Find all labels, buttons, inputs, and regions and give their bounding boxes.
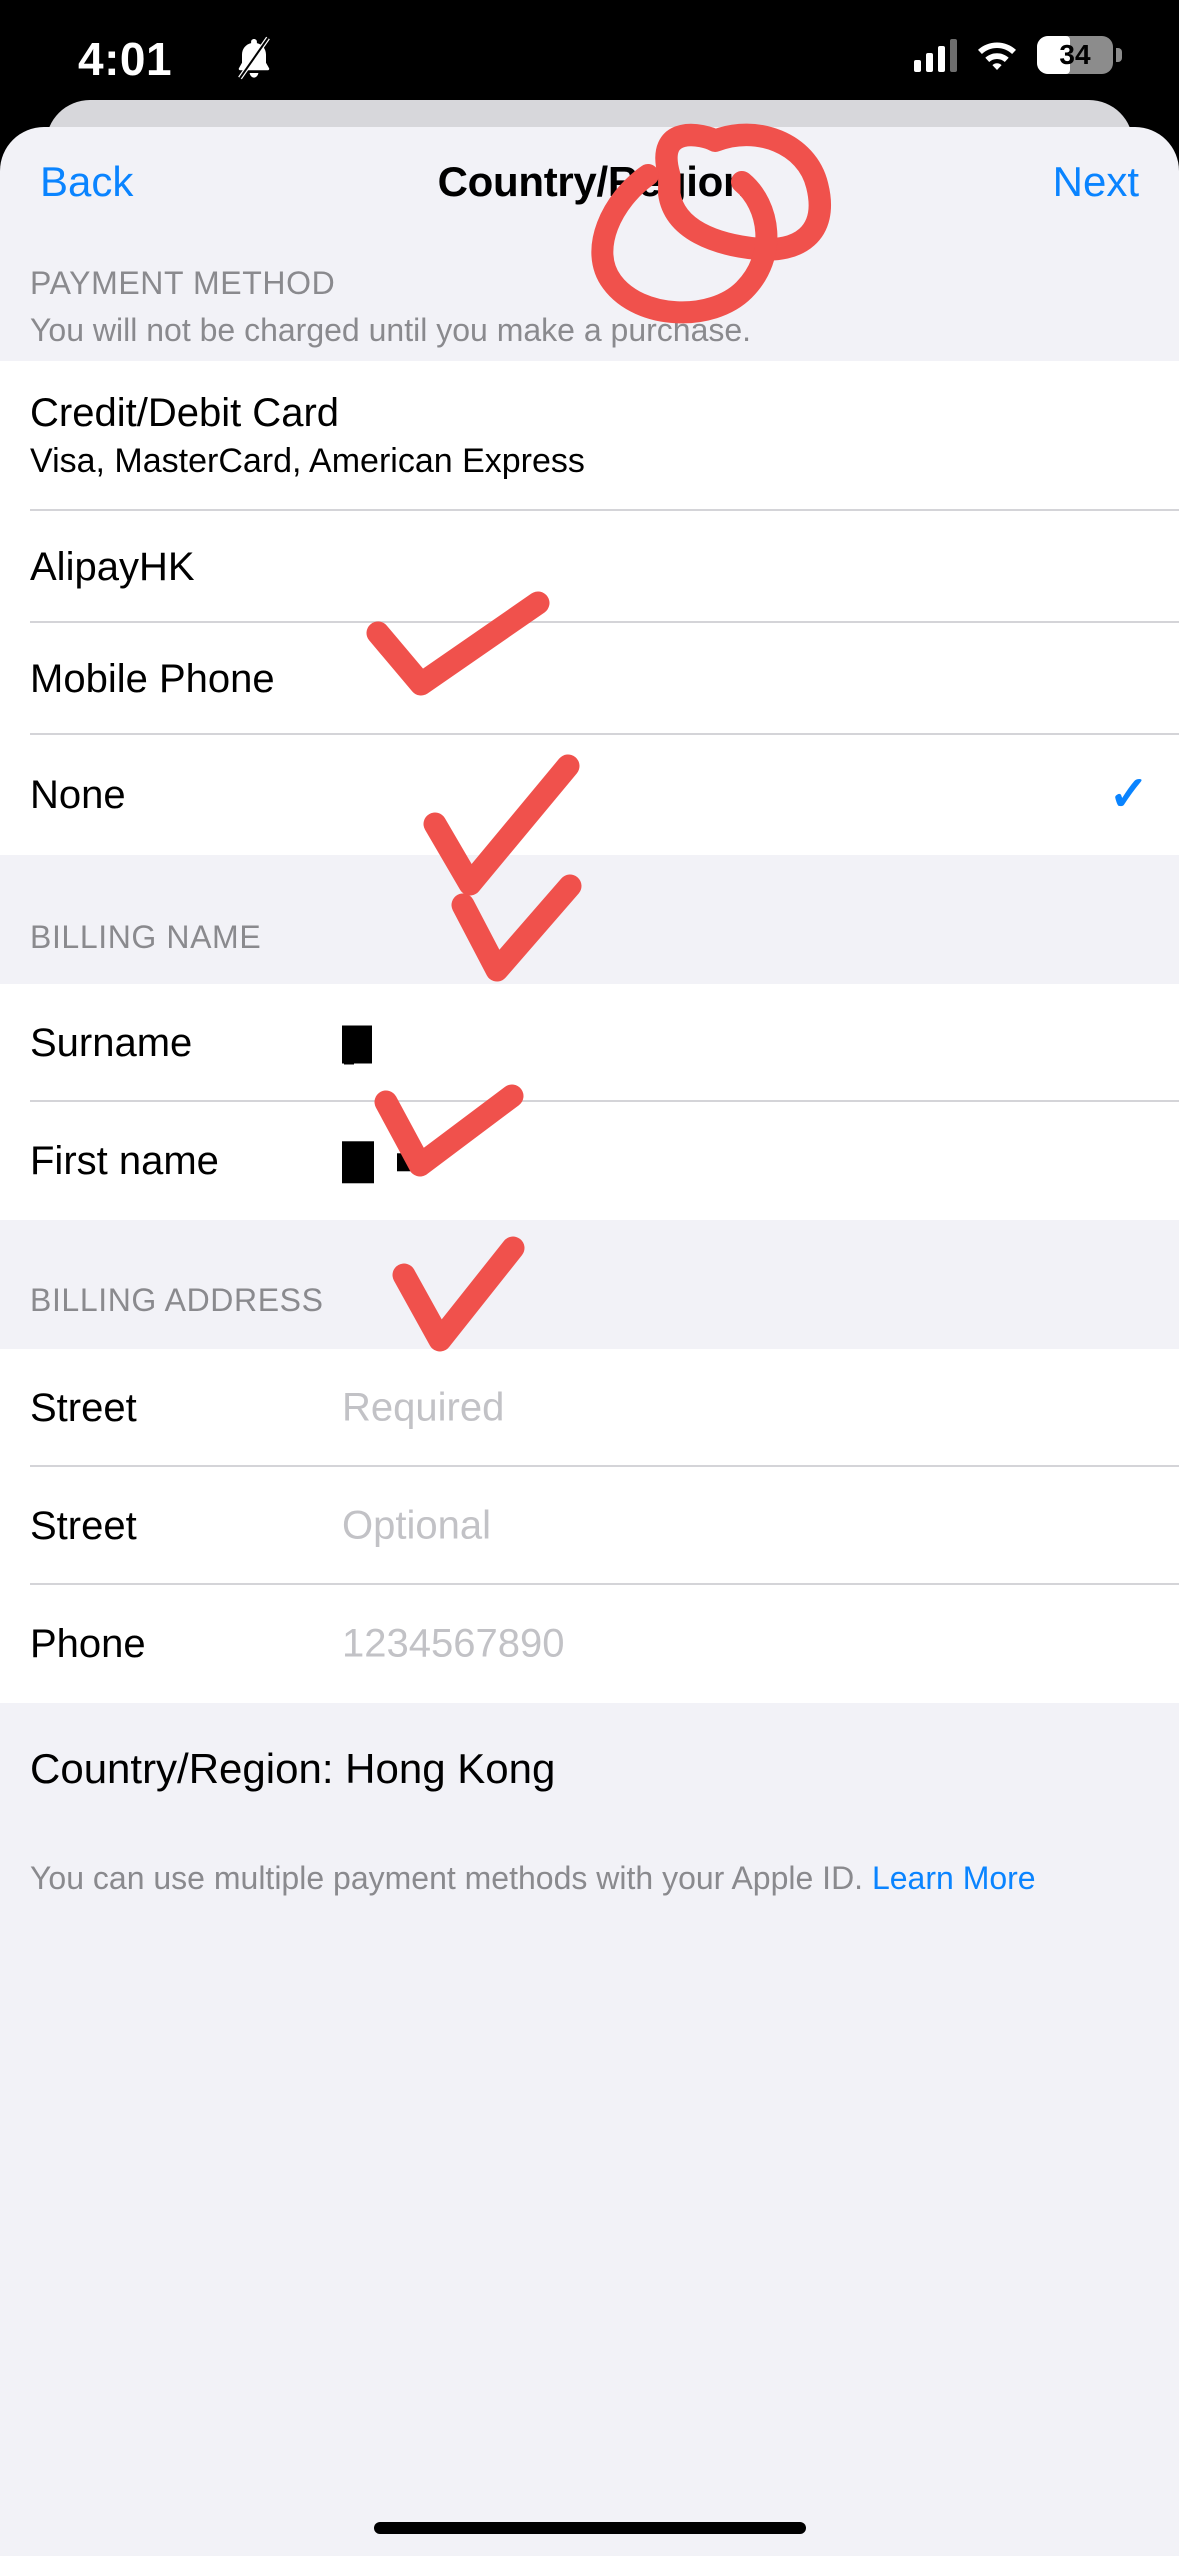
redaction-block (344, 1048, 354, 1065)
back-button[interactable]: Back (30, 152, 143, 212)
payment-method-subtitle: You will not be charged until you make a… (30, 312, 752, 348)
next-button[interactable]: Next (1043, 152, 1149, 212)
first-name-label: First name (30, 1138, 219, 1183)
payment-method-section-header: PAYMENT METHOD You will not be charged u… (0, 237, 1179, 361)
payment-option-alipayhk[interactable]: AlipayHK (0, 511, 1179, 623)
country-region-row[interactable]: Country/Region: Hong Kong (0, 1703, 1179, 1823)
payment-option-mobile-phone[interactable]: Mobile Phone (0, 623, 1179, 735)
navigation-bar: Back Country/Region Next (0, 127, 1179, 237)
payment-method-header-label: PAYMENT METHOD (30, 265, 336, 301)
footer-note: You can use multiple payment methods wit… (0, 1823, 1179, 1900)
surname-row[interactable]: Surname (0, 984, 1179, 1102)
billing-name-list: Surname First name (0, 984, 1179, 1220)
checkmark-icon: ✓ (1108, 768, 1149, 821)
billing-address-section-header: BILLING ADDRESS (0, 1220, 1179, 1349)
battery-level: 34 (1059, 39, 1091, 70)
wifi-icon (978, 42, 1016, 70)
footer-text: You can use multiple payment methods wit… (30, 1860, 872, 1896)
phone-screen: 4:01 34 Back Country/Region Next PAYMENT… (0, 0, 1179, 2556)
payment-option-credit-debit-card[interactable]: Credit/Debit Card Visa, MasterCard, Amer… (0, 361, 1179, 511)
status-bar: 4:01 34 (0, 0, 1179, 104)
redaction-block (342, 1141, 374, 1184)
billing-address-header-label: BILLING ADDRESS (30, 1282, 324, 1318)
home-indicator[interactable] (373, 2522, 806, 2534)
battery-icon: 34 (1037, 36, 1122, 74)
surname-value-redacted[interactable] (342, 1021, 372, 1066)
status-icons: 34 (914, 36, 1122, 74)
phone-label: Phone (30, 1621, 146, 1666)
street-optional-input[interactable]: Optional (342, 1504, 491, 1549)
street-label: Street (30, 1385, 137, 1430)
payment-option-label: None (30, 772, 126, 817)
payment-option-label: Credit/Debit Card (30, 391, 340, 435)
phone-input[interactable]: 1234567890 (342, 1622, 564, 1667)
redaction-block (397, 1153, 416, 1172)
payment-option-none[interactable]: None ✓ (0, 735, 1179, 855)
billing-address-list: Street Required Street Optional Phone 12… (0, 1349, 1179, 1703)
modal-sheet: Back Country/Region Next PAYMENT METHOD … (0, 127, 1179, 2556)
payment-option-label: AlipayHK (30, 544, 195, 589)
country-region-label: Country/Region: Hong Kong (30, 1745, 556, 1792)
billing-name-section-header: BILLING NAME (0, 855, 1179, 984)
street-required-input[interactable]: Required (342, 1386, 504, 1431)
first-name-row[interactable]: First name (0, 1102, 1179, 1220)
billing-name-header-label: BILLING NAME (30, 919, 262, 955)
learn-more-link[interactable]: Learn More (872, 1860, 1036, 1896)
page-title: Country/Region (437, 158, 749, 205)
payment-method-list: Credit/Debit Card Visa, MasterCard, Amer… (0, 361, 1179, 855)
street-label: Street (30, 1503, 137, 1548)
first-name-value-redacted[interactable] (342, 1138, 416, 1184)
phone-row[interactable]: Phone 1234567890 (0, 1585, 1179, 1703)
surname-label: Surname (30, 1020, 193, 1065)
street-optional-row[interactable]: Street Optional (0, 1467, 1179, 1585)
status-time: 4:01 (78, 33, 173, 85)
payment-option-label: Mobile Phone (30, 656, 275, 701)
cellular-signal-icon (914, 38, 957, 72)
payment-option-sublabel: Visa, MasterCard, American Express (30, 442, 585, 480)
street-required-row[interactable]: Street Required (0, 1349, 1179, 1467)
bell-slash-icon (238, 36, 270, 80)
